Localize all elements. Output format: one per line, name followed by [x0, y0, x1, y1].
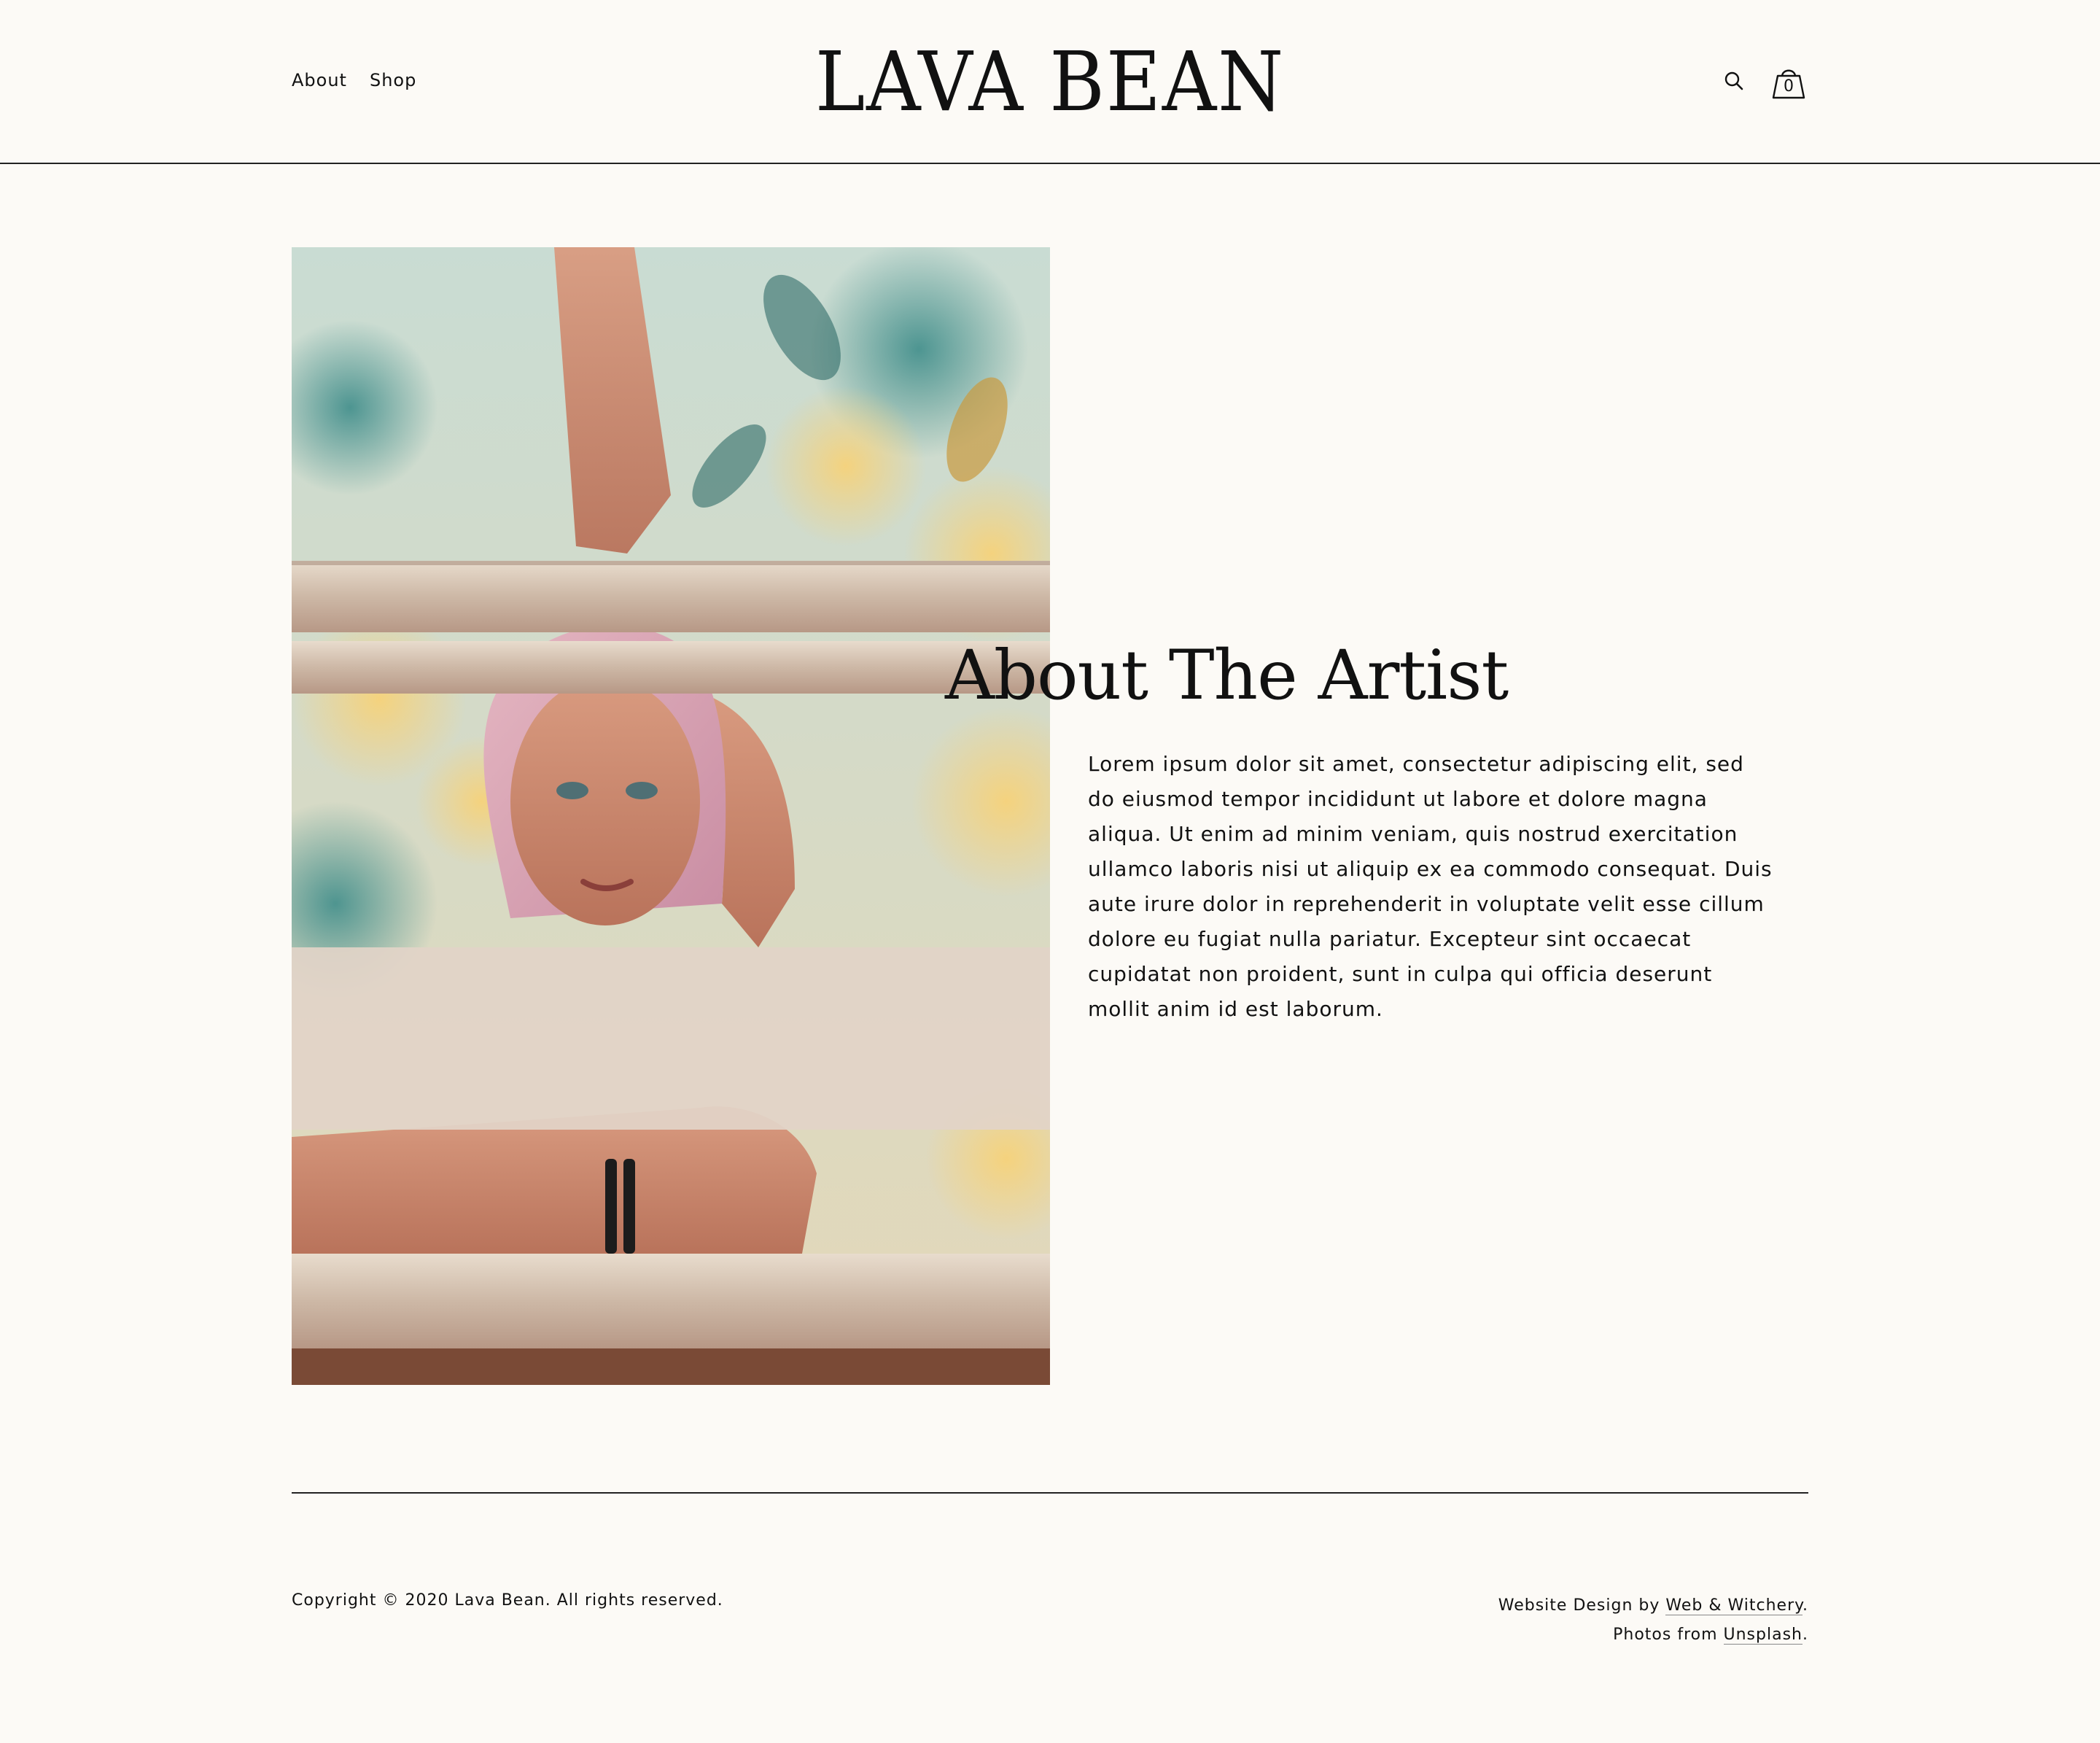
design-credit: Website Design by Web & Witchery.	[1498, 1591, 1808, 1620]
about-title: About The Artist	[945, 636, 1509, 715]
artist-photo-illustration	[292, 247, 1050, 1385]
artist-photo	[292, 247, 1050, 1385]
about-body: Lorem ipsum dolor sit amet, consectetur …	[1088, 752, 1773, 1021]
search-icon[interactable]	[1724, 71, 1744, 94]
photo-credit: Photos from Unsplash.	[1498, 1620, 1808, 1650]
design-credit-suffix: .	[1802, 1596, 1808, 1615]
photo-credit-prefix: Photos from	[1613, 1626, 1724, 1644]
footer-credits: Website Design by Web & Witchery. Photos…	[1498, 1591, 1808, 1650]
photo-credit-suffix: .	[1802, 1626, 1808, 1644]
cart-count: 0	[1784, 77, 1794, 96]
footer-copyright: Copyright © 2020 Lava Bean. All rights r…	[292, 1591, 723, 1610]
photo-credit-link[interactable]: Unsplash	[1723, 1626, 1802, 1645]
design-credit-prefix: Website Design by	[1498, 1596, 1666, 1615]
cart-button[interactable]: 0	[1769, 63, 1808, 102]
design-credit-link[interactable]: Web & Witchery	[1665, 1596, 1802, 1615]
header-actions: 0	[1724, 63, 1808, 102]
footer-divider	[292, 1492, 1808, 1494]
site-header: About Shop LAVA BEAN 0	[0, 0, 2100, 164]
